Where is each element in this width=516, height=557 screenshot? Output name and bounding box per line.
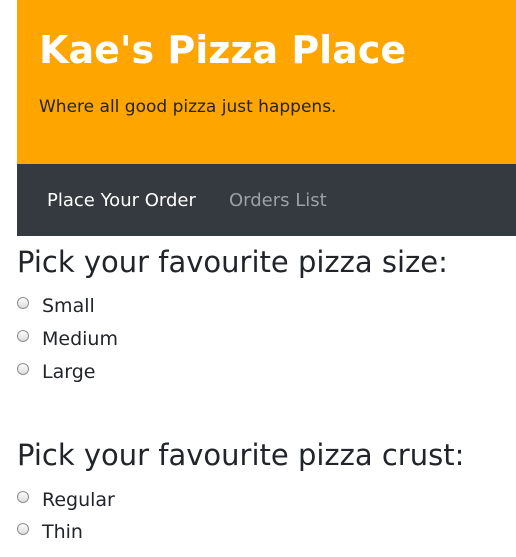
crust-thin-radio[interactable] [17,523,29,535]
crust-option-regular[interactable]: Regular [17,486,115,514]
size-small-label: Small [42,295,95,317]
size-small-radio[interactable] [17,297,29,309]
site-tagline: Where all good pizza just happens. [39,97,337,117]
nav-place-your-order[interactable]: Place Your Order [47,188,196,214]
nav-orders-list[interactable]: Orders List [229,188,327,214]
main-navbar: Place Your Order Orders List [17,164,516,236]
crust-thin-label: Thin [42,521,83,543]
size-option-large[interactable]: Large [17,358,95,386]
crust-regular-label: Regular [42,489,115,511]
size-heading: Pick your favourite pizza size: [17,245,448,279]
crust-heading: Pick your favourite pizza crust: [17,438,465,472]
size-medium-radio[interactable] [17,330,29,342]
size-option-medium[interactable]: Medium [17,325,118,353]
size-large-label: Large [42,361,96,383]
size-option-small[interactable]: Small [17,292,95,320]
crust-option-thin[interactable]: Thin [17,518,83,546]
crust-regular-radio[interactable] [17,491,29,503]
size-large-radio[interactable] [17,363,29,375]
size-medium-label: Medium [42,328,118,350]
site-title: Kae's Pizza Place [39,28,407,72]
header-banner: Kae's Pizza Place Where all good pizza j… [17,0,516,164]
